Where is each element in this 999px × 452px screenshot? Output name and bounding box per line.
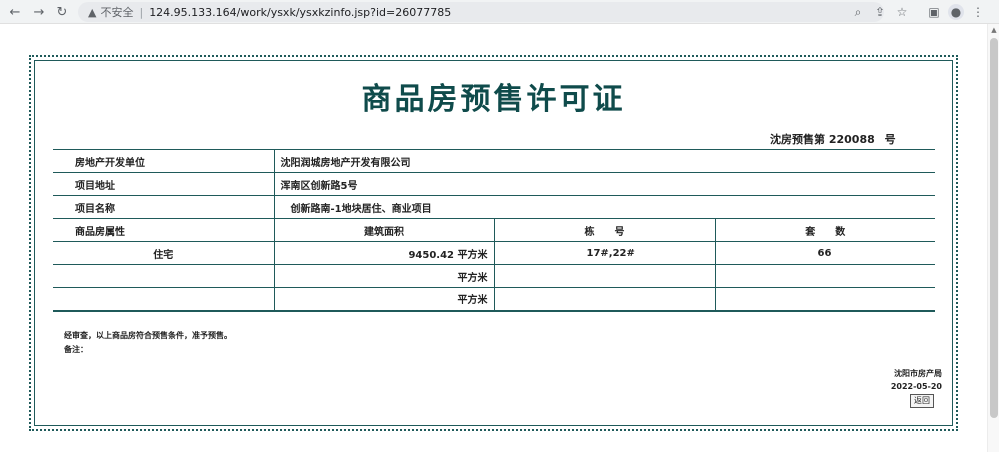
table-row: 住宅 9450.42 平方米 17#,22# 66 [53, 241, 935, 265]
area-cell: 平方米 [273, 287, 494, 312]
units-cell: 66 [714, 241, 935, 265]
address-label: 项目地址 [53, 172, 274, 196]
star-icon[interactable]: ☆ [894, 4, 910, 20]
table-row: 平方米 [53, 264, 935, 288]
table-header-row: 商品房属性 建筑面积 栋 号 套 数 [53, 218, 935, 242]
zoom-icon[interactable]: ⌕ [850, 4, 866, 20]
remark-label: 备注： [64, 345, 88, 354]
table-row: 平方米 [53, 287, 935, 312]
building-header: 栋 号 [493, 218, 715, 242]
approval-text: 经审查，以上商品房符合预售条件，准予预售。 [64, 331, 232, 340]
reload-icon[interactable]: ↻ [55, 5, 69, 20]
building-cell [493, 264, 715, 288]
share-icon[interactable]: ⇪ [872, 4, 888, 20]
address-bar-actions: ⌕ ⇪ ☆ [850, 4, 910, 20]
certificate-number: 沈房预售第 220088 号 [770, 131, 896, 147]
area-header: 建筑面积 [273, 218, 494, 242]
warning-triangle-icon[interactable]: ▲ [88, 6, 96, 19]
table-row: 项目名称 创新路南-1地块居住、商业项目 [53, 195, 935, 219]
url-separator: | [139, 5, 144, 19]
menu-icon[interactable]: ⋮ [970, 4, 986, 20]
table-row: 项目地址 浑南区创新路5号 [53, 172, 935, 196]
arrow-left-icon[interactable]: ← [8, 5, 22, 20]
attribute-header: 商品房属性 [53, 218, 274, 242]
area-cell: 9450.42 平方米 [273, 241, 494, 265]
url-text[interactable]: 124.95.133.164/work/ysxk/ysxkzinfo.jsp?i… [149, 6, 451, 19]
address-bar[interactable]: ▲ 不安全 | 124.95.133.164/work/ysxk/ysxkzin… [78, 2, 884, 22]
developer-value: 沈阳润城房地产开发有限公司 [273, 149, 935, 173]
number-prefix: 沈房预售第 [770, 133, 825, 146]
number-value: 220088 [828, 133, 875, 146]
developer-label: 房地产开发单位 [53, 149, 274, 173]
area-cell: 平方米 [273, 264, 494, 288]
units-cell [714, 287, 935, 312]
sidebar-icon[interactable]: ▣ [926, 4, 942, 20]
arrow-right-icon[interactable]: → [32, 5, 46, 20]
project-value: 创新路南-1地块居住、商业项目 [273, 195, 935, 219]
building-cell [493, 287, 715, 312]
address-value: 浑南区创新路5号 [273, 172, 935, 196]
scroll-up-icon[interactable]: ▲ [990, 26, 998, 34]
table-row: 房地产开发单位 沈阳润城房地产开发有限公司 [53, 149, 935, 173]
insecure-label[interactable]: 不安全 [100, 4, 133, 20]
back-button[interactable]: 返回 [910, 394, 934, 408]
number-suffix: 号 [884, 133, 896, 146]
page-scrollbar[interactable]: ▲ [987, 24, 999, 452]
building-cell: 17#,22# [493, 241, 715, 265]
certificate-title: 商品房预售许可证 [361, 82, 626, 117]
units-header: 套 数 [714, 218, 935, 242]
browser-actions: ▣ ● ⋮ [926, 4, 986, 20]
attribute-cell [53, 264, 274, 288]
certificate-table: 房地产开发单位 沈阳润城房地产开发有限公司 项目地址 浑南区创新路5号 项目名称… [53, 149, 935, 312]
issue-date: 2022-05-20 [890, 382, 942, 391]
issuer-name: 沈阳市房产局 [894, 369, 942, 378]
profile-icon[interactable]: ● [948, 4, 964, 20]
scrollbar-thumb[interactable] [990, 38, 998, 418]
project-label: 项目名称 [53, 195, 274, 219]
units-cell [714, 264, 935, 288]
attribute-cell: 住宅 [53, 241, 274, 265]
browser-toolbar: ← → ↻ ▲ 不安全 | 124.95.133.164/work/ysxk/y… [0, 0, 999, 24]
attribute-cell [53, 287, 274, 312]
